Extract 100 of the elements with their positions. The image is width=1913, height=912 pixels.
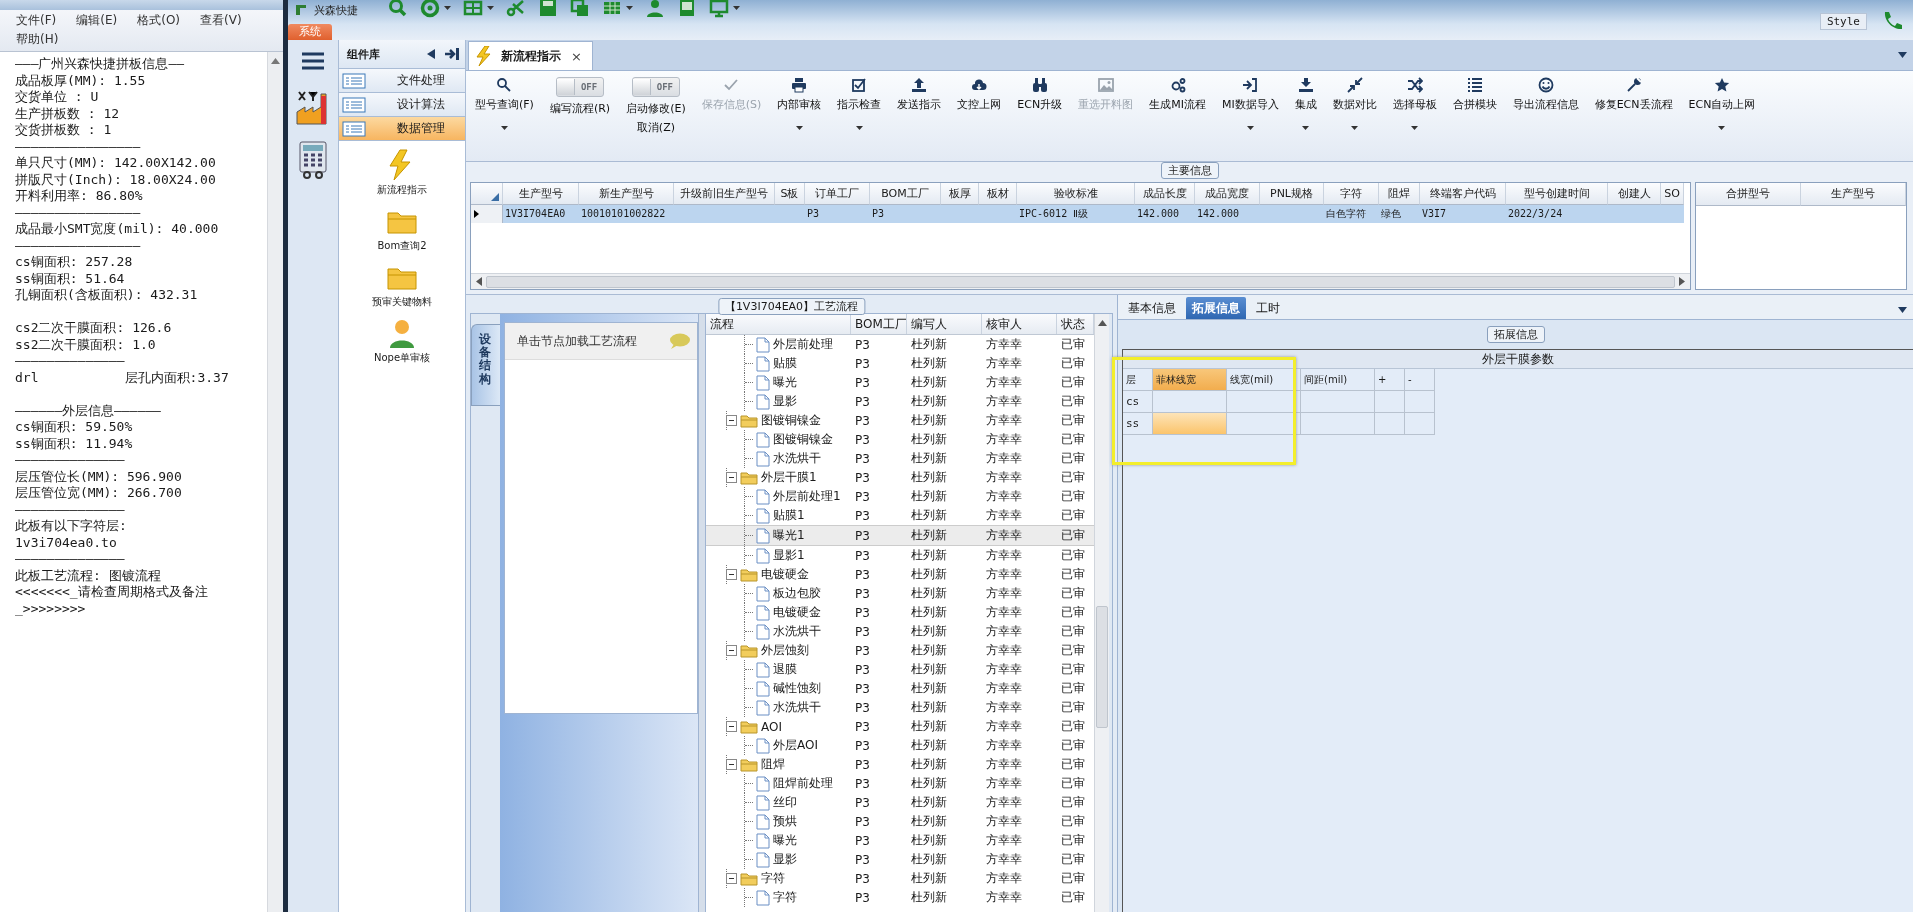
- module-link[interactable]: 新流程指示: [377, 183, 427, 197]
- column-header[interactable]: 生产型号: [1801, 183, 1906, 206]
- user-icon[interactable]: [645, 0, 665, 18]
- module-link[interactable]: Nope单审核: [373, 351, 431, 365]
- table-cell[interactable]: [1405, 413, 1435, 435]
- column-header[interactable]: SO: [1661, 183, 1684, 205]
- column-header[interactable]: -: [1405, 369, 1435, 391]
- table-cell[interactable]: [1301, 391, 1375, 413]
- side-tab[interactable]: 设备结构: [471, 324, 500, 406]
- column-header[interactable]: 流程: [706, 314, 851, 334]
- table-cell[interactable]: [1227, 391, 1301, 413]
- caret-icon[interactable]: [1898, 307, 1907, 313]
- tree-row[interactable]: 水洗烘干 P3 杜列新 方幸幸 已审: [706, 622, 1094, 641]
- style-dropdown[interactable]: Style: [1819, 12, 1867, 30]
- tree-row[interactable]: 曝光 P3 杜列新 方幸幸 已审: [706, 831, 1094, 850]
- ribbon-button[interactable]: ECN自动上网: [1683, 75, 1761, 161]
- tree-row[interactable]: 曝光 P3 杜列新 方幸幸 已审: [706, 373, 1094, 392]
- ribbon-button[interactable]: 型号查询(F): [470, 75, 539, 161]
- column-header[interactable]: 间距(mil): [1301, 369, 1375, 391]
- category-item[interactable]: 设计算法: [339, 93, 465, 117]
- vertical-scrollbar[interactable]: [1094, 314, 1109, 912]
- column-header[interactable]: 层: [1123, 369, 1153, 391]
- column-header[interactable]: 型号创建时间: [1506, 183, 1608, 205]
- tree-row[interactable]: 外层AOI P3 杜列新 方幸幸 已审: [706, 736, 1094, 755]
- column-header[interactable]: 成品长度: [1135, 183, 1195, 205]
- tree-row[interactable]: 显影 P3 杜列新 方幸幸 已审: [706, 850, 1094, 869]
- collapse-icon[interactable]: [427, 49, 435, 59]
- scissors-icon[interactable]: [506, 0, 526, 18]
- scroll-thumb[interactable]: [486, 275, 1675, 288]
- close-button[interactable]: ×: [571, 48, 582, 64]
- column-header[interactable]: BOM工厂: [870, 183, 941, 205]
- table-cell[interactable]: [1375, 391, 1405, 413]
- collapse-toggle[interactable]: [726, 873, 737, 884]
- column-header[interactable]: PNL规格: [1260, 183, 1324, 205]
- ribbon-button[interactable]: ECN升级: [1012, 75, 1068, 161]
- tree-row[interactable]: 电镀硬金 P3 杜列新 方幸幸 已审: [706, 565, 1094, 584]
- ribbon-button[interactable]: 发送指示: [892, 75, 947, 161]
- splitter-handle[interactable]: [698, 314, 706, 912]
- tree-row[interactable]: 显影1 P3 杜列新 方幸幸 已审: [706, 546, 1094, 565]
- tree-row[interactable]: 电镀硬金 P3 杜列新 方幸幸 已审: [706, 603, 1094, 622]
- module-link[interactable]: Bom查询2: [377, 239, 427, 253]
- tree-row[interactable]: 字符 P3 杜列新 方幸幸 已审: [706, 888, 1094, 907]
- tree-row[interactable]: 曝光1 P3 杜列新 方幸幸 已审: [706, 525, 1094, 546]
- column-header[interactable]: 板材: [979, 183, 1017, 205]
- table-cell[interactable]: [1227, 413, 1301, 435]
- tab[interactable]: 拓展信息: [1186, 297, 1246, 319]
- document-tab[interactable]: 新流程指示 ×: [468, 41, 593, 70]
- collapse-toggle[interactable]: [726, 472, 737, 483]
- column-header[interactable]: 线宽(mil): [1227, 369, 1301, 391]
- tree-row[interactable]: 贴膜 P3 杜列新 方幸幸 已审: [706, 354, 1094, 373]
- collapse-toggle[interactable]: [726, 569, 737, 580]
- column-header[interactable]: 合拼型号: [1696, 183, 1801, 206]
- tree-row[interactable]: 显影 P3 杜列新 方幸幸 已审: [706, 392, 1094, 411]
- ribbon-button[interactable]: 内部审核: [772, 75, 827, 161]
- tree-row[interactable]: AOI P3 杜列新 方幸幸 已审: [706, 717, 1094, 736]
- scrollbar[interactable]: [267, 52, 283, 912]
- tree-row[interactable]: 丝印 P3 杜列新 方幸幸 已审: [706, 793, 1094, 812]
- menu-item[interactable]: 文件(F): [16, 12, 57, 29]
- caret-icon[interactable]: [626, 6, 633, 10]
- horizontal-scrollbar[interactable]: [471, 273, 1690, 289]
- ribbon-button[interactable]: MI数据导入: [1216, 75, 1284, 161]
- tree-row[interactable]: 图镀铜镍金 P3 杜列新 方幸幸 已审: [706, 430, 1094, 449]
- tree-row[interactable]: 字符 P3 杜列新 方幸幸 已审: [706, 869, 1094, 888]
- collapse-toggle[interactable]: [726, 721, 737, 732]
- column-header[interactable]: 菲林线宽: [1153, 369, 1227, 391]
- tree-row[interactable]: 阻焊前处理 P3 杜列新 方幸幸 已审: [706, 774, 1094, 793]
- menu-item[interactable]: 帮助(H): [16, 31, 59, 48]
- tree-row[interactable]: 外层蚀刻 P3 杜列新 方幸幸 已审: [706, 641, 1094, 660]
- caret-icon[interactable]: [444, 6, 451, 10]
- ribbon-button[interactable]: 合拼模块: [1447, 75, 1502, 161]
- save-icon[interactable]: [538, 0, 558, 18]
- tab[interactable]: 基本信息: [1122, 297, 1182, 319]
- pin-icon[interactable]: [445, 48, 459, 60]
- tree-row[interactable]: 图镀铜镍金 P3 杜列新 方幸幸 已审: [706, 411, 1094, 430]
- ribbon-button[interactable]: 指示检查: [832, 75, 887, 161]
- table-cell[interactable]: [1153, 413, 1227, 435]
- toggle-switch-button[interactable]: OFF 编写流程(R): [544, 75, 616, 161]
- tree-row[interactable]: 退膜 P3 杜列新 方幸幸 已审: [706, 660, 1094, 679]
- ribbon-button[interactable]: 修复ECN丢流程: [1589, 75, 1678, 161]
- column-header[interactable]: S板: [775, 183, 805, 205]
- tree-row[interactable]: 阻焊 P3 杜列新 方幸幸 已审: [706, 755, 1094, 774]
- tree-row[interactable]: 外层前处理1 P3 杜列新 方幸幸 已审: [706, 487, 1094, 506]
- column-header[interactable]: BOM工厂: [851, 314, 907, 334]
- column-header[interactable]: 升级前旧生产型号: [674, 183, 775, 205]
- column-header[interactable]: 板厚: [941, 183, 979, 205]
- tree-row[interactable]: 外层干膜1 P3 杜列新 方幸幸 已审: [706, 468, 1094, 487]
- column-header[interactable]: 验收标准: [1017, 183, 1135, 205]
- ribbon-button[interactable]: 导出流程信息: [1507, 75, 1584, 161]
- toggle-switch-button[interactable]: OFF 启动修改(E) 取消(Z): [621, 75, 691, 161]
- column-header[interactable]: 生产型号: [503, 183, 579, 205]
- collapse-toggle[interactable]: [726, 415, 737, 426]
- collapse-toggle[interactable]: [726, 645, 737, 656]
- menu-item[interactable]: 编辑(E): [76, 12, 118, 29]
- menu-item[interactable]: 查看(V): [200, 12, 242, 29]
- column-header[interactable]: 核审人: [982, 314, 1057, 334]
- ribbon-button[interactable]: 数据对比: [1327, 75, 1382, 161]
- scroll-thumb[interactable]: [1096, 606, 1108, 728]
- column-header[interactable]: 字符: [1324, 183, 1379, 205]
- ribbon-button[interactable]: 选择母板: [1387, 75, 1442, 161]
- caret-icon[interactable]: [733, 6, 740, 10]
